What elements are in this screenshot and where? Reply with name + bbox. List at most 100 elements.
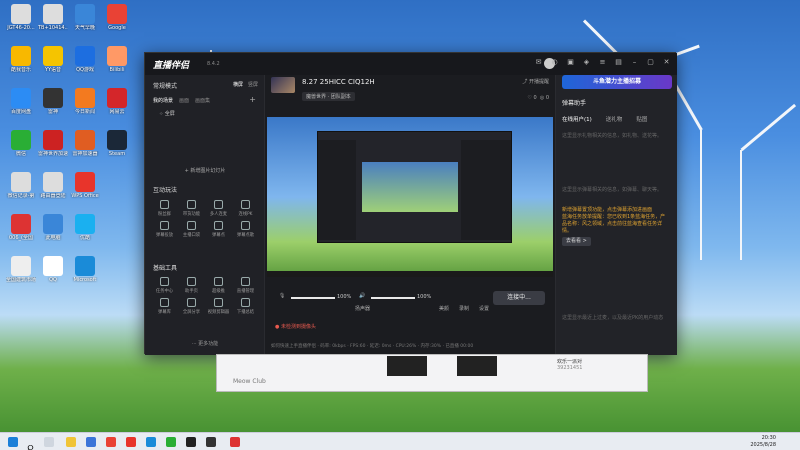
view-task-link[interactable]: 去看看 > xyxy=(562,237,591,246)
desktop-icon[interactable]: 网易云 xyxy=(102,88,132,115)
maximize-icon[interactable]: ▢ xyxy=(646,58,655,67)
promo-banner[interactable]: 斗鱼潜力主播招募 xyxy=(562,75,672,89)
desktop-icon[interactable]: 雷神世界加速 xyxy=(38,130,68,157)
desktop-icon[interactable]: 今日新闻 xyxy=(70,88,100,115)
add-icon[interactable]: + xyxy=(249,95,256,104)
desktop-icon[interactable]: Steam xyxy=(102,130,132,157)
desktop-app-icon xyxy=(11,130,31,150)
share-button[interactable]: ⤴ 开播提醒 xyxy=(522,78,549,85)
beauty-button[interactable]: 美颜 xyxy=(439,305,449,312)
chrome-icon[interactable] xyxy=(106,437,116,447)
desktop-icon[interactable]: 微信 xyxy=(6,130,36,157)
danmu-notice: 新增弹幕置顶功能，点击弹幕添加进画面 蓝海任务放单提醒：您已收到1条蓝海任务，产… xyxy=(562,207,666,246)
stream-preview[interactable] xyxy=(267,117,553,277)
minimize-icon[interactable]: – xyxy=(630,58,639,67)
stream-cover[interactable] xyxy=(271,77,295,93)
scene-item[interactable]: ⁘ 全屏 xyxy=(159,110,175,117)
more-functions-button[interactable]: ··· 更多功能 xyxy=(145,340,265,347)
mode-selector[interactable]: 常规模式 xyxy=(153,81,177,90)
message-icon[interactable]: ✉ xyxy=(534,58,543,67)
tool-button[interactable]: 弹幕点歌 xyxy=(232,221,259,238)
desktop-icon[interactable]: 酷我音乐 xyxy=(6,46,36,73)
file-explorer-icon[interactable] xyxy=(66,437,76,447)
desktop-icon[interactable]: 全国建筑市场 xyxy=(6,256,36,283)
tool-label: 弹幕投放 xyxy=(155,233,174,238)
mic-volume-slider[interactable] xyxy=(291,297,335,299)
edge-icon[interactable] xyxy=(146,437,156,447)
tool-button[interactable]: 任务中心 xyxy=(151,277,178,294)
app-logo: 直播伴侣 xyxy=(153,61,190,71)
pin-icon[interactable]: ▤ xyxy=(614,58,623,67)
tab-stickers[interactable]: 贴图 xyxy=(636,115,647,123)
tool-button[interactable]: 全屏分享 xyxy=(178,298,205,315)
tool-button[interactable]: 粉丝群 xyxy=(151,200,178,217)
desktop-icon[interactable]: QQ xyxy=(38,256,68,283)
close-icon[interactable]: ✕ xyxy=(662,58,671,67)
desktop-icon[interactable]: Bilibili xyxy=(102,46,132,73)
tool-button[interactable]: 直播管理 xyxy=(232,277,259,294)
windows-start-icon[interactable] xyxy=(8,437,18,447)
tool-button[interactable]: 连线PK xyxy=(232,200,259,217)
skin-icon[interactable]: ◈ xyxy=(582,58,591,67)
tab-screen[interactable]: 画面 xyxy=(179,97,189,104)
tool-button[interactable]: 视频剪辑器 xyxy=(205,298,232,315)
meow-club-window[interactable]: Meow Club 欢乐一派对 39231451 xyxy=(216,354,648,392)
desktop-icon[interactable]: 天气早晚 xyxy=(70,4,100,31)
tab-portrait[interactable]: 竖屏 xyxy=(248,81,258,88)
desktop-icon[interactable]: 优酷 xyxy=(70,214,100,241)
tool-button[interactable]: 助手页 xyxy=(178,277,205,294)
desktop-icon[interactable]: YY语音 xyxy=(38,46,68,73)
tab-landscape[interactable]: 横屏 xyxy=(233,81,243,88)
app-icon[interactable] xyxy=(230,437,240,447)
desktop-icon-label: 全国建筑市场 xyxy=(6,277,36,283)
tool-button[interactable]: 弹幕投放 xyxy=(151,221,178,238)
menu-icon[interactable]: ≡ xyxy=(598,58,607,67)
search-icon[interactable]: ⌕ xyxy=(26,437,36,450)
desktop-icon[interactable]: TB+10414... xyxy=(38,4,68,31)
video-thumbnail[interactable] xyxy=(387,356,427,376)
tool-button[interactable]: 弹幕点 xyxy=(205,221,232,238)
desktop-icon[interactable]: 006_(全国 xyxy=(6,214,36,241)
livestream-icon[interactable] xyxy=(186,437,196,447)
wps-icon[interactable] xyxy=(126,437,136,447)
tab-online-users[interactable]: 在线用户(1) xyxy=(562,115,592,123)
desktop-icon[interactable]: 雷神加速器 xyxy=(70,130,100,157)
start-live-button[interactable]: 连接中... xyxy=(493,291,545,305)
clock-date: 2025/8/28 xyxy=(750,442,776,448)
desktop-icon[interactable]: 微信记录-第 xyxy=(6,172,36,199)
stream-title[interactable]: 8.27 25HICC CIQ12H xyxy=(302,78,375,86)
tool-button[interactable]: 弹幕库 xyxy=(151,298,178,315)
mic-icon[interactable]: 🎙 xyxy=(279,293,285,299)
headset-icon[interactable]: ◐ xyxy=(550,58,559,67)
tool-button[interactable]: 超级推 xyxy=(205,277,232,294)
desktop-icon[interactable]: 百度网盘 xyxy=(6,88,36,115)
tab-screen-set[interactable]: 画面集 xyxy=(195,97,210,104)
tool-button[interactable]: 多人连麦 xyxy=(205,200,232,217)
desktop-icon[interactable]: QQ游戏 xyxy=(70,46,100,73)
speaker-icon[interactable]: 🔊 xyxy=(359,293,365,299)
category-tag[interactable]: 魔兽世界 · 团队副本 xyxy=(302,92,355,101)
video-thumbnail[interactable] xyxy=(457,356,497,376)
add-scene-button[interactable]: + 新增图片幻灯片 xyxy=(145,167,265,174)
gift-icon[interactable]: ▣ xyxy=(566,58,575,67)
record-button[interactable]: 录制 xyxy=(459,305,469,312)
game-icon[interactable] xyxy=(206,437,216,447)
wechat-icon[interactable] xyxy=(166,437,176,447)
desktop-icon[interactable]: JGT46-20... xyxy=(6,4,36,31)
desktop-icon[interactable]: WPS Office xyxy=(70,172,100,199)
taskbar-app-icon[interactable] xyxy=(86,437,96,447)
task-view-icon[interactable] xyxy=(44,437,54,447)
desktop-icon[interactable]: Google xyxy=(102,4,132,31)
desktop-icon[interactable]: 雷神 xyxy=(38,88,68,115)
tool-button[interactable]: 主播口袋 xyxy=(178,221,205,238)
tab-my-scenes[interactable]: 我的场景 xyxy=(153,97,173,104)
tool-button[interactable]: 下播总结 xyxy=(232,298,259,315)
desktop-icon[interactable]: Microsoft xyxy=(70,256,100,283)
system-clock[interactable]: 20:30 2025/8/28 xyxy=(750,435,776,449)
settings-button[interactable]: 设置 xyxy=(479,305,489,312)
tool-button[interactable]: 带货功能 xyxy=(178,200,205,217)
desktop-icon[interactable]: 路由器登陆 xyxy=(38,172,68,199)
tab-gifts[interactable]: 送礼物 xyxy=(606,115,623,123)
desktop-icon[interactable]: 此电脑 xyxy=(38,214,68,241)
speaker-volume-slider[interactable] xyxy=(371,297,415,299)
